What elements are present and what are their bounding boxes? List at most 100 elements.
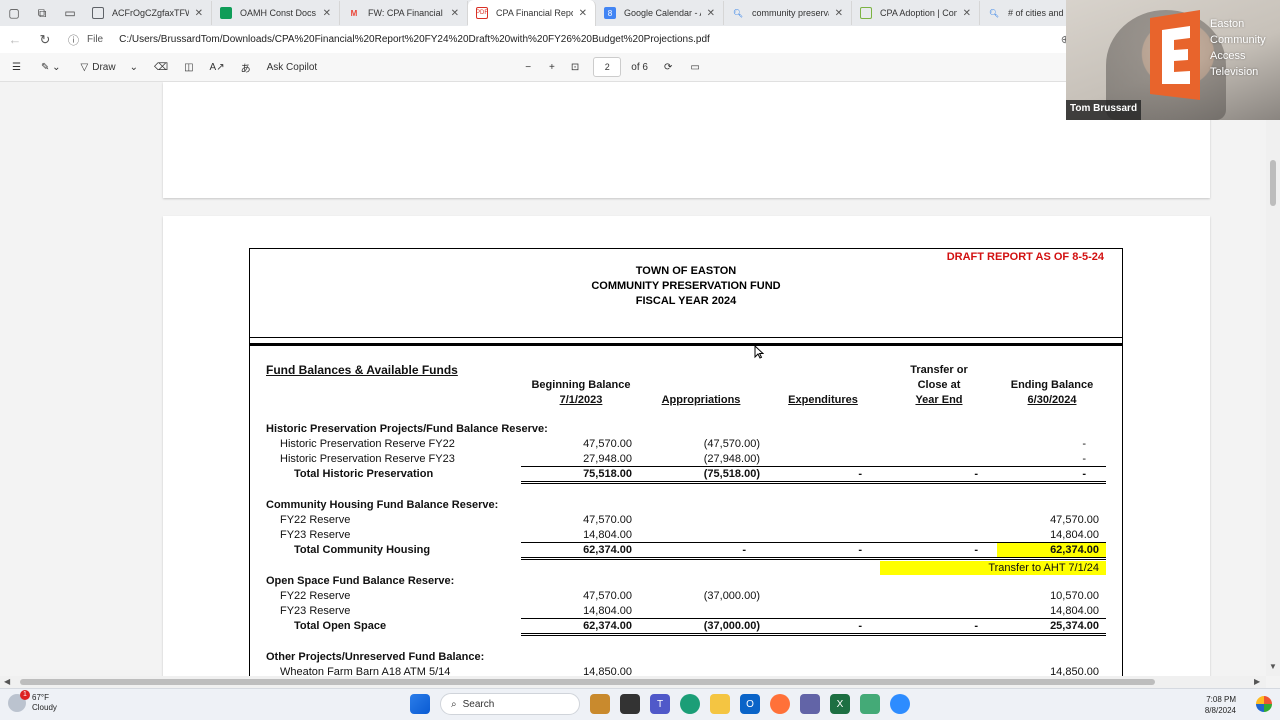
brand-line-4: Television <box>1210 66 1259 78</box>
tab-cpa-report[interactable]: PDF CPA Financial Report ✕ <box>468 0 596 26</box>
other-r1-end: 14,850.00 <box>1050 666 1099 676</box>
view-icon[interactable]: ◫ <box>184 62 193 73</box>
url-field[interactable]: ⓘ File C:/Users/BrussardTom/Downloads/CP… <box>68 32 710 48</box>
search-icon: 🔍︎ <box>732 8 744 18</box>
col-transfer-3: Year End <box>915 394 963 406</box>
fit-page-icon[interactable]: ⊡ <box>571 62 579 73</box>
info-icon[interactable]: ⓘ <box>68 32 79 48</box>
hp-total-begin: 75,518.00 <box>583 468 632 480</box>
scroll-down-icon[interactable]: ▼ <box>1269 662 1277 671</box>
teams-icon[interactable]: T <box>650 694 670 714</box>
tab-title: FW: CPA Financial Report <box>368 8 445 18</box>
scroll-left-icon[interactable]: ◀ <box>4 677 10 686</box>
back-icon[interactable]: ← <box>0 32 30 47</box>
other-r1-begin: 14,850.00 <box>583 666 632 676</box>
pdf-viewer[interactable]: DRAFT REPORT AS OF 8-5-24 TOWN OF EASTON… <box>0 82 1266 676</box>
report-fund: COMMUNITY PRESERVATION FUND <box>591 280 781 292</box>
scroll-right-icon[interactable]: ▶ <box>1254 677 1260 686</box>
os-total-rule-1 <box>521 633 1106 634</box>
rotate-icon[interactable]: ⟳ <box>664 62 672 73</box>
os-subtotal-rule <box>521 618 1106 619</box>
zoom-icon[interactable] <box>890 694 910 714</box>
page-number-input[interactable]: 2 <box>593 57 622 77</box>
zoom-in-icon[interactable]: + <box>549 62 555 73</box>
outlook-icon[interactable]: O <box>740 694 760 714</box>
horizontal-scroll-thumb[interactable] <box>20 679 1155 685</box>
close-tab-icon[interactable]: ✕ <box>835 8 843 19</box>
tab-google-calendar[interactable]: 8 Google Calendar - A ✕ <box>596 1 724 25</box>
tab-actions-icon[interactable]: ▭ <box>56 0 84 26</box>
brand-line-2: Community <box>1210 34 1266 46</box>
ch-total-approp: - <box>742 544 746 556</box>
hp-total-rule-1 <box>521 481 1106 482</box>
profile-icon[interactable]: ▢ <box>0 0 28 26</box>
vertical-scroll-thumb[interactable] <box>1270 160 1276 206</box>
workspaces-icon[interactable]: ⧉ <box>28 0 56 26</box>
tab-cpa-adoption[interactable]: CPA Adoption | Com ✕ <box>852 1 980 25</box>
col-beginning-label: Beginning Balance <box>531 379 631 391</box>
zoom-out-icon[interactable]: − <box>525 62 531 73</box>
close-tab-icon[interactable]: ✕ <box>707 8 715 19</box>
report-year: FISCAL YEAR 2024 <box>635 295 737 307</box>
tab-fw-cpa[interactable]: M FW: CPA Financial Report ✕ <box>340 1 468 25</box>
task-view-icon[interactable] <box>620 694 640 714</box>
system-clock[interactable]: 7:08 PM 8/8/2024 <box>1205 694 1236 716</box>
translate-icon[interactable]: あ <box>241 60 251 75</box>
ecat-logo-icon <box>1150 10 1200 100</box>
col-ending-label: Ending Balance <box>1010 379 1094 391</box>
document-icon <box>92 7 104 19</box>
os-r2-end: 14,804.00 <box>1050 605 1099 617</box>
col-expenditures: Expenditures <box>788 394 858 406</box>
close-tab-icon[interactable]: ✕ <box>451 8 459 19</box>
windows-start-icon[interactable] <box>410 694 430 714</box>
file-explorer-icon[interactable] <box>710 694 730 714</box>
ch-r2-label: FY23 Reserve <box>280 529 351 541</box>
brand-line-3: Access <box>1210 50 1246 62</box>
read-aloud-icon[interactable]: A↗ <box>210 62 225 73</box>
teams-classic-icon[interactable] <box>800 694 820 714</box>
tab-acfrog[interactable]: ACFrOgCZgfaxTFWTz ✕ <box>84 1 212 25</box>
os-total-label: Total Open Space <box>294 620 387 632</box>
os-r2-begin: 14,804.00 <box>583 605 632 617</box>
edge-icon[interactable] <box>680 694 700 714</box>
eraser-icon[interactable]: ⌫ <box>154 62 168 73</box>
hp-r1-approp: (47,570.00) <box>703 438 760 450</box>
network-app-icon[interactable] <box>860 694 880 714</box>
taskbar-search[interactable]: ⌕ Search <box>440 693 580 715</box>
close-tab-icon[interactable]: ✕ <box>579 8 587 19</box>
tab-community-preservation[interactable]: 🔍︎ community preservation ✕ <box>724 1 852 25</box>
site-icon <box>860 7 872 19</box>
horizontal-scrollbar[interactable]: ◀ ▶ <box>0 676 1266 688</box>
url-text[interactable]: C:/Users/BrussardTom/Downloads/CPA%20Fin… <box>119 34 710 45</box>
excel-icon[interactable]: X <box>830 694 850 714</box>
ask-copilot-button[interactable]: Ask Copilot <box>267 62 318 73</box>
tab-title: Google Calendar - A <box>624 8 701 18</box>
sheets-icon <box>220 7 232 19</box>
vertical-scrollbar[interactable]: ▲ ▼ <box>1266 82 1280 676</box>
weather-widget[interactable]: 1 67°F Cloudy <box>8 690 57 713</box>
highlight-icon[interactable]: ✎ ⌄ <box>41 62 61 73</box>
firefox-icon[interactable] <box>770 694 790 714</box>
col-ending-date: 6/30/2024 <box>1027 394 1077 406</box>
tab-title: CPA Financial Report <box>496 8 573 18</box>
search-icon: ⌕ <box>451 698 457 710</box>
refresh-icon[interactable]: ↻ <box>30 32 60 48</box>
copilot-icon[interactable] <box>1256 696 1272 712</box>
search-label: Search <box>462 698 495 710</box>
close-tab-icon[interactable]: ✕ <box>195 8 203 19</box>
store-icon[interactable] <box>590 694 610 714</box>
os-total-end: 25,374.00 <box>1050 620 1099 632</box>
tab-oamh[interactable]: OAMH Const Docs & Co ✕ <box>212 1 340 25</box>
draft-notice: DRAFT REPORT AS OF 8-5-24 <box>946 251 1104 263</box>
draw-button[interactable]: ▽ Draw ⌄ <box>81 62 138 73</box>
os-total-transfer: - <box>974 620 978 632</box>
close-tab-icon[interactable]: ✕ <box>323 8 331 19</box>
clock-date: 8/8/2024 <box>1204 706 1236 715</box>
os-r1-label: FY22 Reserve <box>280 590 351 602</box>
notification-badge: 1 <box>20 690 30 700</box>
page-view-icon[interactable]: ▭ <box>690 62 699 73</box>
close-tab-icon[interactable]: ✕ <box>963 8 971 19</box>
contents-icon[interactable]: ☰ <box>12 62 21 73</box>
os-r1-begin: 47,570.00 <box>583 590 632 602</box>
ch-r2-begin: 14,804.00 <box>583 529 632 541</box>
